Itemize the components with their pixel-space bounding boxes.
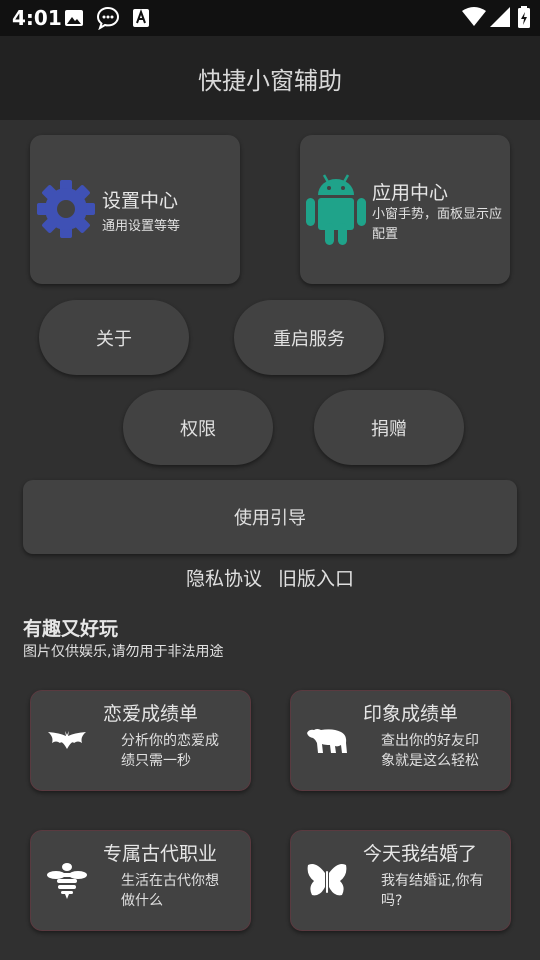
permission-button[interactable]: 权限 (123, 390, 273, 465)
page-title: 快捷小窗辅助 (198, 66, 342, 95)
bear-icon (305, 725, 349, 759)
image-icon (64, 8, 84, 32)
impression-report-desc: 查出你的好友印象就是这么轻松 (381, 733, 479, 769)
bat-icon (46, 729, 88, 757)
ancient-career-card[interactable]: 专属古代职业 生活在古代你想做什么 (30, 830, 251, 931)
status-bar: 4:01 (0, 0, 540, 36)
wifi-icon (462, 7, 486, 31)
app-center-card[interactable]: 应用中心 小窗手势，面板显示应配置 (300, 135, 510, 284)
signal-icon (490, 7, 510, 31)
settings-center-title: 设置中心 (102, 190, 179, 212)
marriage-cert-title: 今天我结婚了 (363, 843, 478, 865)
fun-section-title: 有趣又好玩 (23, 618, 119, 640)
impression-report-title: 印象成绩单 (363, 703, 459, 725)
fun-section-subtitle: 图片仅供娱乐,请勿用于非法用途 (23, 644, 224, 660)
footer-links: 隐私协议 旧版入口 (0, 564, 540, 591)
message-icon (96, 6, 120, 34)
usage-guide-button[interactable]: 使用引导 (23, 480, 517, 554)
settings-center-subtitle: 通用设置等等 (102, 219, 181, 234)
android-icon (306, 173, 366, 251)
ancient-career-title: 专属古代职业 (103, 843, 218, 865)
font-icon (132, 8, 150, 32)
marriage-cert-desc: 我有结婚证,你有吗? (381, 873, 484, 909)
restart-service-button[interactable]: 重启服务 (234, 300, 384, 375)
legacy-entry-link[interactable]: 旧版入口 (278, 568, 354, 590)
donate-button[interactable]: 捐赠 (314, 390, 464, 465)
bee-icon (46, 861, 88, 903)
battery-icon (518, 6, 530, 32)
app-center-title: 应用中心 (372, 182, 449, 204)
status-time: 4:01 (12, 6, 62, 30)
gear-icon (36, 178, 96, 244)
love-report-title: 恋爱成绩单 (103, 703, 199, 725)
impression-report-card[interactable]: 印象成绩单 查出你的好友印象就是这么轻松 (290, 690, 511, 791)
butterfly-icon (306, 861, 348, 905)
ancient-career-desc: 生活在古代你想做什么 (121, 873, 219, 909)
app-bar: 快捷小窗辅助 (0, 36, 540, 120)
app-center-subtitle: 小窗手势，面板显示应配置 (372, 207, 503, 242)
love-report-card[interactable]: 恋爱成绩单 分析你的恋爱成绩只需一秒 (30, 690, 251, 791)
privacy-policy-link[interactable]: 隐私协议 (186, 568, 262, 590)
about-button[interactable]: 关于 (39, 300, 189, 375)
settings-center-card[interactable]: 设置中心 通用设置等等 (30, 135, 240, 284)
love-report-desc: 分析你的恋爱成绩只需一秒 (121, 733, 219, 769)
marriage-cert-card[interactable]: 今天我结婚了 我有结婚证,你有吗? (290, 830, 511, 931)
